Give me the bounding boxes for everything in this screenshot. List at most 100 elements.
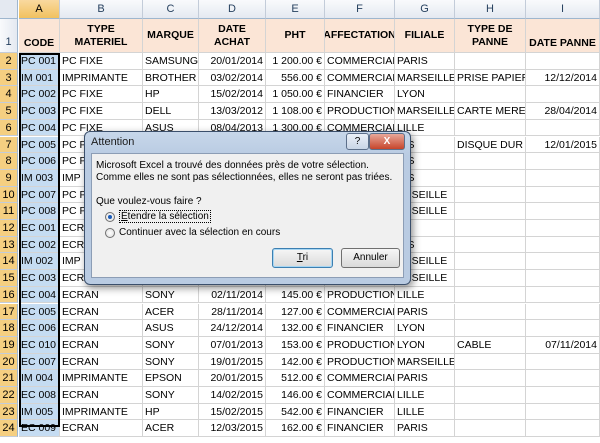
column-header-c[interactable]: C [143, 0, 199, 19]
table-cell[interactable]: 512.00 € [266, 370, 325, 387]
table-cell[interactable] [526, 303, 600, 321]
table-cell[interactable] [526, 119, 600, 137]
table-cell[interactable]: EC 009 [19, 420, 60, 438]
row-header-2[interactable]: 2 [0, 53, 18, 70]
table-cell[interactable] [526, 169, 600, 187]
table-cell[interactable]: EC 006 [19, 320, 60, 337]
table-cell[interactable]: ECRAN [60, 420, 143, 438]
table-cell[interactable]: BROTHER [143, 69, 199, 87]
table-cell[interactable]: PC 003 [19, 103, 60, 120]
help-button[interactable]: ? [346, 133, 369, 150]
row-header-23[interactable]: 23 [0, 403, 18, 421]
table-cell[interactable]: PARIS [395, 370, 455, 387]
table-cell[interactable]: 15/02/2015 [199, 403, 266, 421]
header-cell[interactable]: TYPE DE PANNE [455, 19, 526, 53]
table-cell[interactable] [455, 370, 526, 387]
table-cell[interactable]: EC 010 [19, 336, 60, 354]
header-cell[interactable]: DATE PANNE [526, 19, 600, 53]
table-cell[interactable] [526, 236, 600, 254]
table-cell[interactable] [526, 53, 600, 70]
column-header-f[interactable]: F [325, 0, 395, 19]
table-cell[interactable]: 14/02/2015 [199, 387, 266, 404]
table-cell[interactable] [526, 403, 600, 421]
row-header-17[interactable]: 17 [0, 303, 18, 321]
table-cell[interactable]: LYON [395, 320, 455, 337]
header-cell[interactable]: AFFECTATION [325, 19, 395, 53]
table-cell[interactable]: LYON [395, 336, 455, 354]
table-cell[interactable]: 28/11/2014 [199, 303, 266, 321]
table-cell[interactable] [526, 420, 600, 438]
table-cell[interactable]: 07/11/2014 [526, 336, 600, 354]
table-cell[interactable] [455, 303, 526, 321]
table-cell[interactable]: 24/12/2014 [199, 320, 266, 337]
table-cell[interactable]: 1 108.00 € [266, 103, 325, 120]
table-cell[interactable]: PC 008 [19, 203, 60, 220]
table-cell[interactable]: IM 004 [19, 370, 60, 387]
table-cell[interactable]: SONY [143, 353, 199, 371]
table-cell[interactable]: DISQUE DUR [455, 136, 526, 154]
table-cell[interactable]: 20/01/2014 [199, 53, 266, 70]
table-cell[interactable]: 162.00 € [266, 420, 325, 438]
table-cell[interactable]: CABLE [455, 336, 526, 354]
table-cell[interactable]: PC 004 [19, 119, 60, 137]
table-cell[interactable]: IM 005 [19, 403, 60, 421]
close-button[interactable]: X [369, 133, 405, 150]
header-cell[interactable]: TYPE MATERIEL [60, 19, 143, 53]
table-cell[interactable] [526, 153, 600, 170]
table-cell[interactable]: PC 006 [19, 153, 60, 170]
table-cell[interactable]: 556.00 € [266, 69, 325, 87]
column-header-g[interactable]: G [395, 0, 455, 19]
table-cell[interactable] [455, 220, 526, 237]
table-cell[interactable] [526, 203, 600, 220]
table-cell[interactable]: EC 007 [19, 353, 60, 371]
table-cell[interactable]: IMPRIMANTE [60, 403, 143, 421]
table-cell[interactable]: SONY [143, 286, 199, 304]
row-header-13[interactable]: 13 [0, 236, 18, 254]
table-cell[interactable]: ACER [143, 303, 199, 321]
table-cell[interactable]: ECRAN [60, 303, 143, 321]
row-header-24[interactable]: 24 [0, 420, 18, 438]
table-cell[interactable]: EC 008 [19, 387, 60, 404]
table-cell[interactable] [455, 169, 526, 187]
table-cell[interactable]: PRODUCTION [325, 286, 395, 304]
table-cell[interactable]: FINANCIER [325, 320, 395, 337]
table-cell[interactable]: 12/12/2014 [526, 69, 600, 87]
table-cell[interactable] [455, 320, 526, 337]
table-cell[interactable]: PARIS [395, 303, 455, 321]
table-cell[interactable]: 12/03/2015 [199, 420, 266, 438]
continue-selection-radio[interactable] [105, 228, 115, 238]
table-cell[interactable]: ECRAN [60, 320, 143, 337]
table-cell[interactable]: 542.00 € [266, 403, 325, 421]
row-header-15[interactable]: 15 [0, 270, 18, 287]
table-cell[interactable]: IM 003 [19, 169, 60, 187]
table-cell[interactable]: 03/02/2014 [199, 69, 266, 87]
row-header-12[interactable]: 12 [0, 220, 18, 237]
table-cell[interactable] [455, 53, 526, 70]
header-cell[interactable]: CODE [19, 19, 60, 53]
table-cell[interactable]: EC 004 [19, 286, 60, 304]
row-header-1[interactable]: 1 [0, 19, 18, 53]
row-header-22[interactable]: 22 [0, 387, 18, 404]
table-cell[interactable] [455, 403, 526, 421]
table-cell[interactable]: HP [143, 86, 199, 104]
table-cell[interactable] [526, 220, 600, 237]
table-cell[interactable]: ECRAN [60, 387, 143, 404]
row-header-9[interactable]: 9 [0, 169, 18, 187]
table-cell[interactable]: PC 001 [19, 53, 60, 70]
table-cell[interactable] [526, 353, 600, 371]
table-cell[interactable]: FINANCIER [325, 86, 395, 104]
header-cell[interactable]: FILIALE [395, 19, 455, 53]
table-cell[interactable]: SAMSUNG [143, 53, 199, 70]
table-cell[interactable]: PC 002 [19, 86, 60, 104]
table-cell[interactable] [526, 370, 600, 387]
table-cell[interactable] [526, 86, 600, 104]
extend-selection-label[interactable]: Étendre la sélection [119, 210, 211, 223]
table-cell[interactable]: PRODUCTION [325, 336, 395, 354]
table-cell[interactable] [455, 119, 526, 137]
table-cell[interactable]: IM 001 [19, 69, 60, 87]
table-cell[interactable]: PRISE PAPIER [455, 69, 526, 87]
table-cell[interactable] [455, 270, 526, 287]
cancel-button[interactable]: Annuler [341, 248, 400, 268]
table-cell[interactable]: COMMERCIAL [325, 53, 395, 70]
table-cell[interactable]: 02/11/2014 [199, 286, 266, 304]
